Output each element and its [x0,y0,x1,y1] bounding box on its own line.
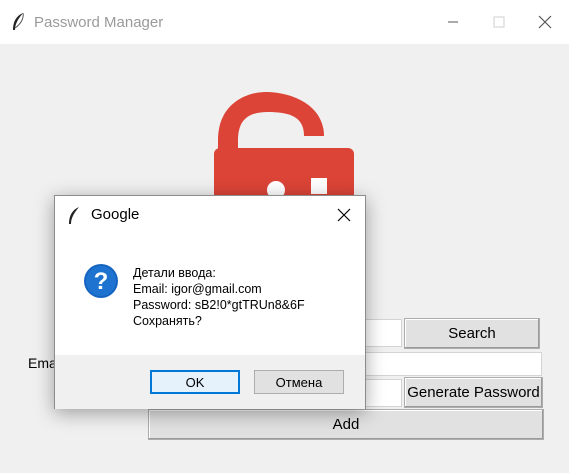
ok-button[interactable]: OK [150,370,240,394]
question-icon: ? [84,264,118,298]
generate-password-button[interactable]: Generate Password [404,377,543,408]
dialog-message: Детали ввода: Email: igor@gmail.com Pass… [133,265,305,329]
minimize-button[interactable] [430,0,476,44]
dialog-close-button[interactable] [331,202,357,228]
maximize-button[interactable] [476,0,522,44]
cancel-button[interactable]: Отмена [254,370,344,394]
search-button[interactable]: Search [404,318,540,349]
message-line: Детали ввода: [133,266,216,280]
dialog-title: Google [91,206,140,223]
maximize-icon [493,16,505,28]
title-bar: Password Manager [0,0,569,44]
password-entry[interactable] [360,379,402,407]
minimize-icon [448,21,458,23]
close-button[interactable] [522,0,568,44]
feather-icon [13,12,24,30]
close-icon [337,208,351,222]
add-button[interactable]: Add [148,409,544,440]
feather-icon [69,207,79,224]
message-line: Email: igor@gmail.com [133,282,262,296]
svg-text:?: ? [94,268,109,295]
message-line: Password: sB2!0*gtTRUn8&6F [133,298,305,312]
close-icon [538,15,552,29]
padlock-icon [214,92,354,210]
window-title: Password Manager [34,14,164,31]
email-label: Ema [28,355,57,371]
save-confirm-dialog: Google ? Детали ввода: Email: igor@gmail… [54,195,366,409]
website-entry[interactable] [360,319,402,347]
message-line: Сохранять? [133,314,202,328]
